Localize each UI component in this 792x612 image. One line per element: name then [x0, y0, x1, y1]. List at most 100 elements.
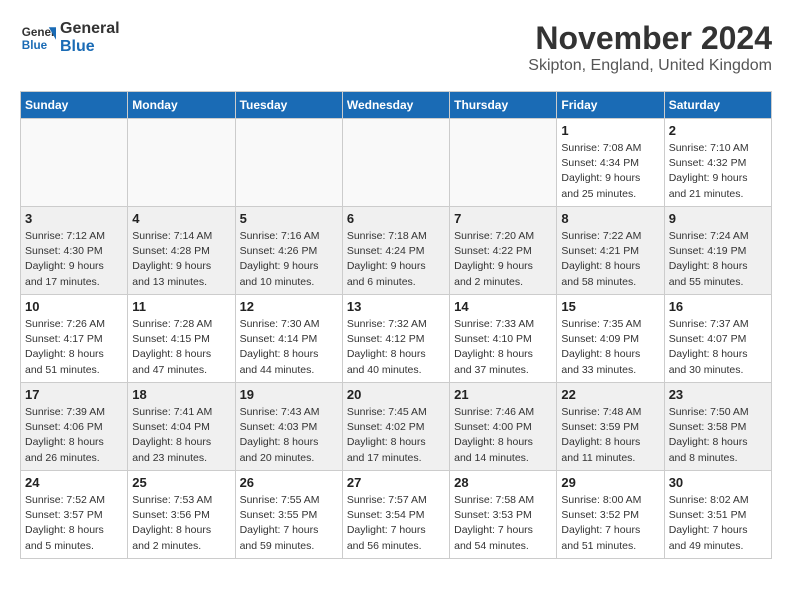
day-info: Sunrise: 8:02 AM Sunset: 3:51 PM Dayligh… — [669, 493, 767, 554]
calendar-cell: 14 Sunrise: 7:33 AM Sunset: 4:10 PM Dayli… — [450, 295, 557, 383]
day-number: 25 — [132, 475, 230, 490]
day-info: Sunrise: 7:22 AM Sunset: 4:21 PM Dayligh… — [561, 229, 659, 290]
calendar-cell: 28 Sunrise: 7:58 AM Sunset: 3:53 PM Dayli… — [450, 471, 557, 559]
month-title: November 2024 — [528, 20, 772, 57]
calendar-cell — [342, 119, 449, 207]
day-info: Sunrise: 7:20 AM Sunset: 4:22 PM Dayligh… — [454, 229, 552, 290]
calendar-cell: 30 Sunrise: 8:02 AM Sunset: 3:51 PM Dayli… — [664, 471, 771, 559]
calendar-cell: 22Sunrise: 7:48 AM Sunset: 3:59 PM Dayli… — [557, 383, 664, 471]
calendar-cell: 21 Sunrise: 7:46 AM Sunset: 4:00 PM Dayli… — [450, 383, 557, 471]
week-row-1: 1 Sunrise: 7:08 AM Sunset: 4:34 PM Daylig… — [21, 119, 772, 207]
calendar-cell: 18 Sunrise: 7:41 AM Sunset: 4:04 PM Dayli… — [128, 383, 235, 471]
day-info: Sunrise: 7:43 AM Sunset: 4:03 PM Dayligh… — [240, 405, 338, 466]
day-info: Sunrise: 7:48 AM Sunset: 3:59 PM Dayligh… — [561, 405, 659, 466]
day-info: Sunrise: 7:58 AM Sunset: 3:53 PM Dayligh… — [454, 493, 552, 554]
day-info: Sunrise: 7:53 AM Sunset: 3:56 PM Dayligh… — [132, 493, 230, 554]
day-number: 10 — [25, 299, 123, 314]
day-number: 8 — [561, 211, 659, 226]
day-number: 24 — [25, 475, 123, 490]
day-info: Sunrise: 7:26 AM Sunset: 4:17 PM Dayligh… — [25, 317, 123, 378]
calendar-cell: 19 Sunrise: 7:43 AM Sunset: 4:03 PM Dayli… — [235, 383, 342, 471]
day-number: 14 — [454, 299, 552, 314]
calendar-cell: 15Sunrise: 7:35 AM Sunset: 4:09 PM Dayli… — [557, 295, 664, 383]
day-info: Sunrise: 7:10 AM Sunset: 4:32 PM Dayligh… — [669, 141, 767, 202]
calendar-cell: 8 Sunrise: 7:22 AM Sunset: 4:21 PM Daylig… — [557, 207, 664, 295]
calendar-cell: 24 Sunrise: 7:52 AM Sunset: 3:57 PM Dayli… — [21, 471, 128, 559]
day-info: Sunrise: 7:14 AM Sunset: 4:28 PM Dayligh… — [132, 229, 230, 290]
location-text: Skipton, England, United Kingdom — [528, 57, 772, 75]
calendar-table: SundayMondayTuesdayWednesdayThursdayFrid… — [20, 91, 772, 559]
day-info: Sunrise: 7:33 AM Sunset: 4:10 PM Dayligh… — [454, 317, 552, 378]
day-info: Sunrise: 7:35 AM Sunset: 4:09 PM Dayligh… — [561, 317, 659, 378]
calendar-cell: 23Sunrise: 7:50 AM Sunset: 3:58 PM Dayli… — [664, 383, 771, 471]
day-info: Sunrise: 7:57 AM Sunset: 3:54 PM Dayligh… — [347, 493, 445, 554]
calendar-cell: 5Sunrise: 7:16 AM Sunset: 4:26 PM Daylig… — [235, 207, 342, 295]
calendar-cell: 27Sunrise: 7:57 AM Sunset: 3:54 PM Dayli… — [342, 471, 449, 559]
column-header-friday: Friday — [557, 92, 664, 119]
day-info: Sunrise: 7:30 AM Sunset: 4:14 PM Dayligh… — [240, 317, 338, 378]
day-number: 6 — [347, 211, 445, 226]
day-number: 23 — [669, 387, 767, 402]
day-info: Sunrise: 7:39 AM Sunset: 4:06 PM Dayligh… — [25, 405, 123, 466]
day-number: 28 — [454, 475, 552, 490]
column-header-wednesday: Wednesday — [342, 92, 449, 119]
day-number: 9 — [669, 211, 767, 226]
calendar-cell — [450, 119, 557, 207]
day-number: 20 — [347, 387, 445, 402]
logo-icon: General Blue — [20, 20, 56, 56]
week-row-5: 24 Sunrise: 7:52 AM Sunset: 3:57 PM Dayli… — [21, 471, 772, 559]
week-row-2: 3 Sunrise: 7:12 AM Sunset: 4:30 PM Daylig… — [21, 207, 772, 295]
calendar-cell: 20 Sunrise: 7:45 AM Sunset: 4:02 PM Dayli… — [342, 383, 449, 471]
day-info: Sunrise: 7:52 AM Sunset: 3:57 PM Dayligh… — [25, 493, 123, 554]
day-number: 30 — [669, 475, 767, 490]
day-info: Sunrise: 8:00 AM Sunset: 3:52 PM Dayligh… — [561, 493, 659, 554]
calendar-cell: 6 Sunrise: 7:18 AM Sunset: 4:24 PM Daylig… — [342, 207, 449, 295]
calendar-cell: 16 Sunrise: 7:37 AM Sunset: 4:07 PM Dayli… — [664, 295, 771, 383]
page-header: General Blue General Blue November 2024 … — [20, 20, 772, 75]
day-number: 2 — [669, 123, 767, 138]
day-number: 19 — [240, 387, 338, 402]
column-header-sunday: Sunday — [21, 92, 128, 119]
day-info: Sunrise: 7:08 AM Sunset: 4:34 PM Dayligh… — [561, 141, 659, 202]
calendar-cell: 3 Sunrise: 7:12 AM Sunset: 4:30 PM Daylig… — [21, 207, 128, 295]
day-number: 3 — [25, 211, 123, 226]
day-number: 29 — [561, 475, 659, 490]
calendar-cell: 11Sunrise: 7:28 AM Sunset: 4:15 PM Dayli… — [128, 295, 235, 383]
column-header-tuesday: Tuesday — [235, 92, 342, 119]
day-number: 21 — [454, 387, 552, 402]
day-number: 12 — [240, 299, 338, 314]
day-info: Sunrise: 7:41 AM Sunset: 4:04 PM Dayligh… — [132, 405, 230, 466]
day-info: Sunrise: 7:12 AM Sunset: 4:30 PM Dayligh… — [25, 229, 123, 290]
day-info: Sunrise: 7:37 AM Sunset: 4:07 PM Dayligh… — [669, 317, 767, 378]
day-info: Sunrise: 7:18 AM Sunset: 4:24 PM Dayligh… — [347, 229, 445, 290]
title-block: November 2024 Skipton, England, United K… — [528, 20, 772, 75]
calendar-cell: 17Sunrise: 7:39 AM Sunset: 4:06 PM Dayli… — [21, 383, 128, 471]
day-info: Sunrise: 7:24 AM Sunset: 4:19 PM Dayligh… — [669, 229, 767, 290]
day-info: Sunrise: 7:46 AM Sunset: 4:00 PM Dayligh… — [454, 405, 552, 466]
calendar-cell: 10 Sunrise: 7:26 AM Sunset: 4:17 PM Dayli… — [21, 295, 128, 383]
week-row-4: 17Sunrise: 7:39 AM Sunset: 4:06 PM Dayli… — [21, 383, 772, 471]
day-number: 16 — [669, 299, 767, 314]
svg-text:Blue: Blue — [22, 39, 48, 52]
calendar-cell: 7Sunrise: 7:20 AM Sunset: 4:22 PM Daylig… — [450, 207, 557, 295]
day-info: Sunrise: 7:45 AM Sunset: 4:02 PM Dayligh… — [347, 405, 445, 466]
logo: General Blue General Blue — [20, 20, 120, 56]
column-header-saturday: Saturday — [664, 92, 771, 119]
calendar-cell: 29 Sunrise: 8:00 AM Sunset: 3:52 PM Dayli… — [557, 471, 664, 559]
calendar-cell: 12 Sunrise: 7:30 AM Sunset: 4:14 PM Dayli… — [235, 295, 342, 383]
calendar-cell: 1 Sunrise: 7:08 AM Sunset: 4:34 PM Daylig… — [557, 119, 664, 207]
day-number: 18 — [132, 387, 230, 402]
day-number: 5 — [240, 211, 338, 226]
calendar-cell: 13 Sunrise: 7:32 AM Sunset: 4:12 PM Dayli… — [342, 295, 449, 383]
calendar-cell — [21, 119, 128, 207]
week-row-3: 10 Sunrise: 7:26 AM Sunset: 4:17 PM Dayli… — [21, 295, 772, 383]
day-number: 11 — [132, 299, 230, 314]
logo-blue-text: Blue — [60, 38, 120, 56]
column-header-monday: Monday — [128, 92, 235, 119]
calendar-cell: 25 Sunrise: 7:53 AM Sunset: 3:56 PM Dayli… — [128, 471, 235, 559]
calendar-cell: 2 Sunrise: 7:10 AM Sunset: 4:32 PM Daylig… — [664, 119, 771, 207]
day-number: 13 — [347, 299, 445, 314]
calendar-cell — [128, 119, 235, 207]
day-info: Sunrise: 7:32 AM Sunset: 4:12 PM Dayligh… — [347, 317, 445, 378]
day-number: 1 — [561, 123, 659, 138]
